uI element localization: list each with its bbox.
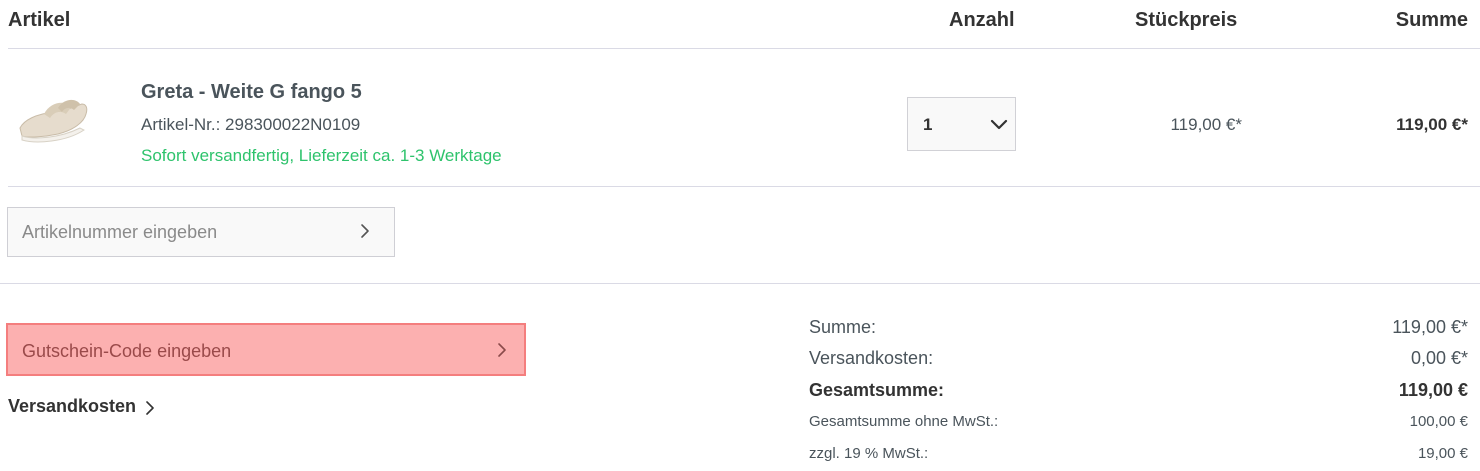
summary-vat-label: zzgl. 19 % MwSt.: bbox=[809, 445, 929, 462]
article-number: Artikel-Nr.: 298300022N0109 bbox=[141, 115, 361, 134]
summary-subtotal-label: Summe: bbox=[809, 317, 877, 337]
shipping-costs-label: Versandkosten bbox=[8, 396, 137, 416]
product-name[interactable]: Greta - Weite G fango 5 bbox=[141, 81, 362, 104]
sandal-image[interactable] bbox=[14, 92, 92, 148]
delivery-status: Sofort versandfertig, Lieferzeit ca. 1-3… bbox=[141, 146, 502, 165]
chevron-right-icon bbox=[146, 401, 154, 415]
quantity-select[interactable]: 1 bbox=[907, 97, 1016, 151]
summary-subtotal-value: 119,00 €* bbox=[1392, 317, 1468, 337]
article-number-input[interactable]: Artikelnummer eingeben bbox=[7, 207, 395, 257]
coupon-code-placeholder: Gutschein-Code eingeben bbox=[22, 341, 232, 361]
summary-net-value: 100,00 € bbox=[1409, 413, 1468, 430]
summary-shipping-label: Versandkosten: bbox=[809, 348, 934, 368]
shipping-costs-link[interactable]: Versandkosten bbox=[8, 396, 156, 417]
summary-shipping-value: 0,00 €* bbox=[1410, 348, 1468, 368]
coupon-code-input[interactable]: Gutschein-Code eingeben bbox=[6, 323, 526, 376]
summary-total-label: Gesamtsumme: bbox=[809, 380, 945, 400]
column-header-article: Artikel bbox=[8, 9, 71, 31]
article-number-placeholder: Artikelnummer eingeben bbox=[22, 222, 218, 242]
item-divider bbox=[8, 186, 1480, 187]
summary-total-value: 119,00 € bbox=[1398, 380, 1468, 400]
chevron-down-icon bbox=[990, 119, 1008, 130]
chevron-right-icon[interactable] bbox=[496, 342, 508, 358]
column-header-sum: Summe bbox=[1395, 9, 1468, 31]
summary-net-label: Gesamtsumme ohne MwSt.: bbox=[809, 413, 999, 430]
line-total: 119,00 €* bbox=[1396, 115, 1468, 134]
section-divider bbox=[0, 283, 1480, 284]
column-header-quantity: Anzahl bbox=[949, 9, 1015, 31]
quantity-value: 1 bbox=[923, 115, 933, 134]
unit-price: 119,00 €* bbox=[1170, 115, 1242, 134]
chevron-right-icon[interactable] bbox=[359, 223, 371, 239]
summary-vat-value: 19,00 € bbox=[1417, 445, 1468, 462]
header-divider bbox=[8, 48, 1480, 49]
column-header-unit-price: Stückpreis bbox=[1135, 9, 1238, 31]
